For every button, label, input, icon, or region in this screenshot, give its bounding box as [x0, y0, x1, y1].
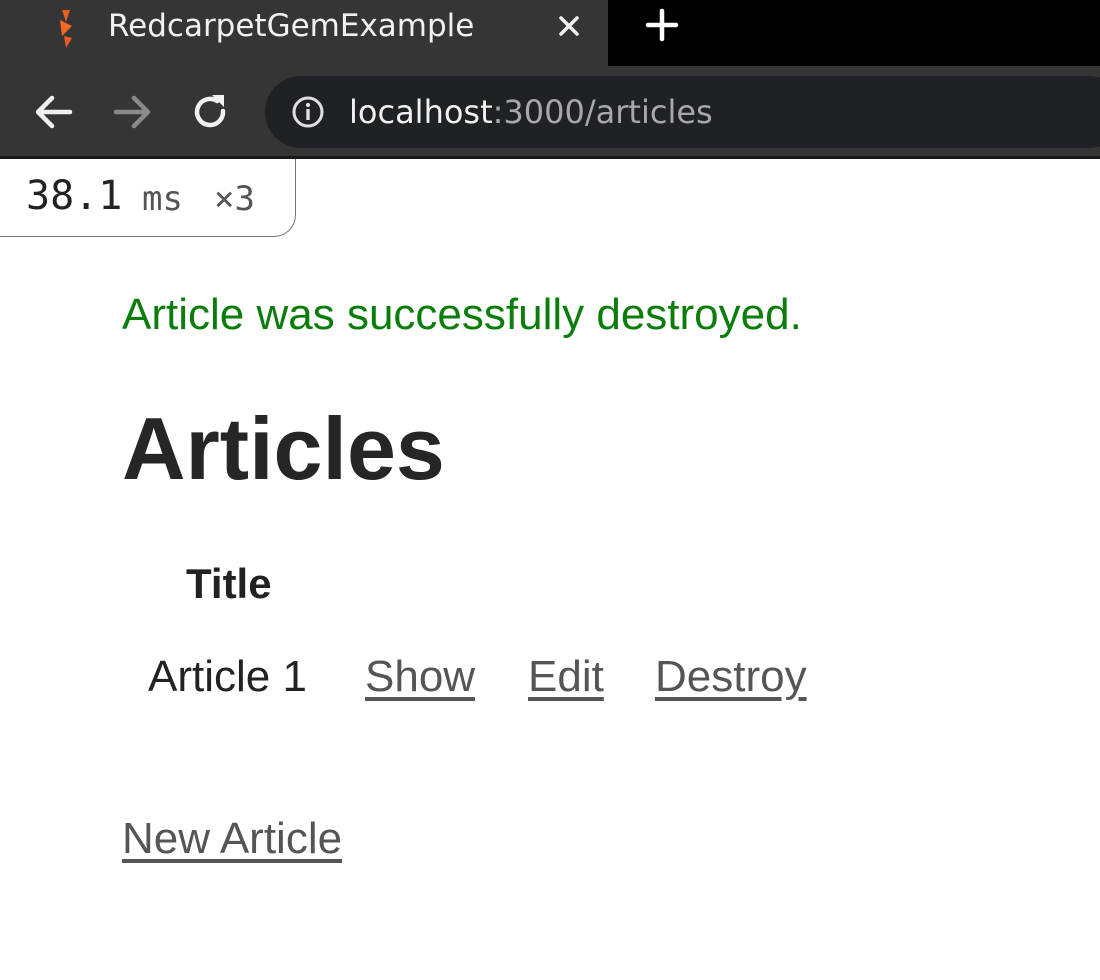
tab-strip: RedcarpetGemExample [0, 0, 1100, 66]
flash-notice: Article was successfully destroyed. [122, 290, 802, 339]
profiler-badge[interactable]: 38.1 ms ×3 [0, 159, 296, 237]
profiler-count: ×3 [214, 179, 255, 219]
reload-icon[interactable] [188, 90, 232, 134]
arrow-left-icon[interactable] [32, 90, 76, 134]
browser-tab[interactable]: RedcarpetGemExample [0, 0, 608, 66]
arrow-right-icon[interactable] [110, 90, 154, 134]
table-header-title: Title [186, 560, 272, 607]
article-title-cell: Article 1 [148, 652, 307, 701]
profiler-time: 38.1 [26, 173, 123, 219]
browser-toolbar: localhost:3000/articles [0, 66, 1100, 158]
url-path: :3000/articles [492, 93, 713, 131]
rails-icon [60, 10, 72, 48]
edit-link[interactable]: Edit [528, 652, 604, 702]
profiler-unit: ms [142, 179, 183, 219]
url-text: localhost:3000/articles [349, 90, 713, 134]
destroy-link[interactable]: Destroy [655, 652, 807, 702]
close-icon[interactable] [553, 10, 585, 42]
new-article-link[interactable]: New Article [122, 814, 342, 864]
show-link[interactable]: Show [365, 652, 475, 702]
tab-title: RedcarpetGemExample [108, 8, 475, 44]
address-bar[interactable]: localhost:3000/articles [265, 76, 1100, 148]
info-icon[interactable] [291, 95, 325, 129]
url-host: localhost [349, 93, 493, 131]
plus-icon[interactable] [645, 8, 679, 42]
page-title: Articles [122, 399, 445, 498]
